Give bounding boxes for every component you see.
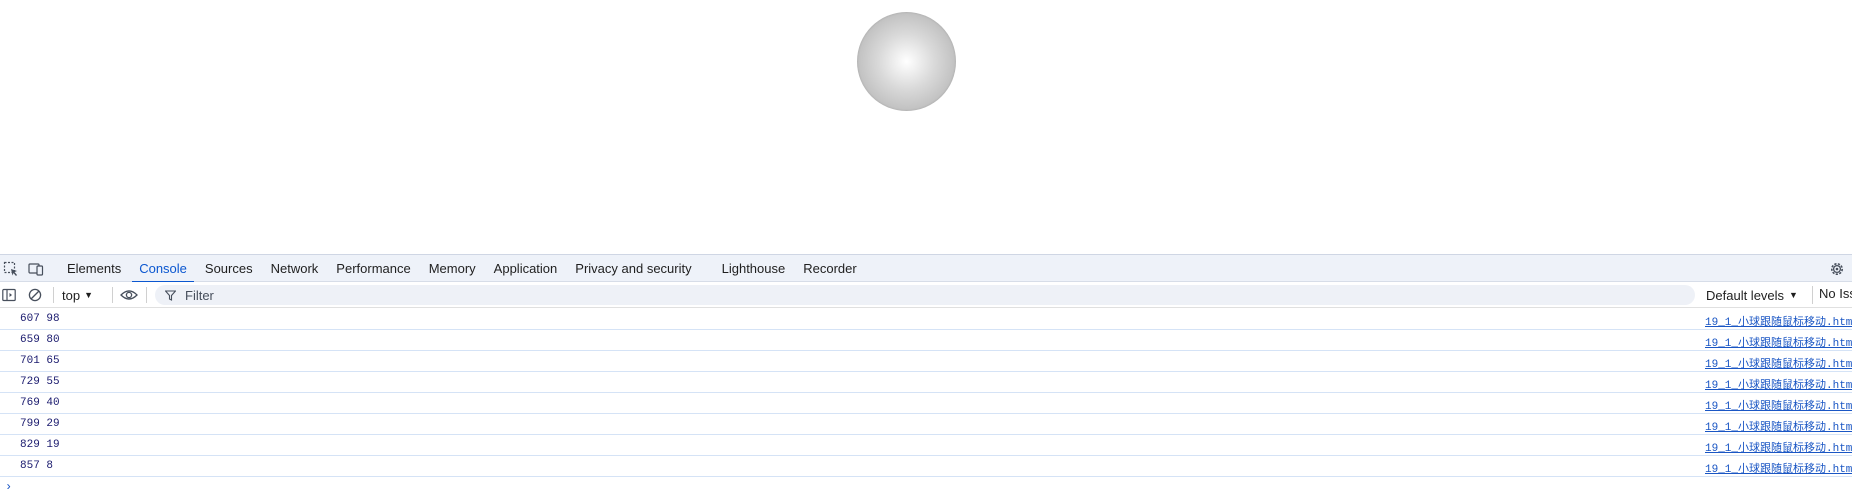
tab-sources[interactable]: Sources [196,255,262,283]
console-toolbar: top ▼ Default levels ▼ No Issu [0,282,1852,308]
console-message-text: 799 29 [20,418,60,430]
console-source-link[interactable]: 19_1_小球跟随鼠标移动.htm [1705,439,1852,455]
console-message: 729 55 19_1_小球跟随鼠标移动.htm [0,372,1852,393]
tab-application[interactable]: Application [485,255,567,283]
console-message-text: 857 8 [20,460,54,472]
tab-recorder[interactable]: Recorder [794,255,865,283]
console-message: 701 65 19_1_小球跟随鼠标移动.htm [0,351,1852,372]
context-selector[interactable]: top ▼ [62,286,93,304]
console-message: 799 29 19_1_小球跟随鼠标移动.htm [0,414,1852,435]
live-expression-eye-icon[interactable] [120,286,138,304]
devtools-panel: Elements Console Sources Network Perform… [0,254,1852,498]
chevron-down-icon: ▼ [1789,290,1798,300]
tab-privacy-and-security[interactable]: Privacy and security [566,255,700,283]
console-message-text: 701 65 [20,355,60,367]
toolbar-divider [146,287,147,303]
settings-gear-icon[interactable] [1828,260,1846,278]
ball [857,12,956,111]
sidebar-toggle-icon[interactable] [2,286,16,304]
tab-performance[interactable]: Performance [327,255,419,283]
toolbar-divider [53,287,54,303]
filter-box [155,285,1695,305]
console-source-link[interactable]: 19_1_小球跟随鼠标移动.htm [1705,397,1852,413]
inspect-element-icon[interactable] [2,260,20,278]
tab-memory[interactable]: Memory [420,255,485,283]
page-viewport [0,0,1852,254]
context-selector-label: top [62,287,81,303]
tab-network[interactable]: Network [262,255,328,283]
tab-lighthouse[interactable]: Lighthouse [713,255,795,283]
chevron-down-icon: ▼ [84,290,93,300]
console-message: 769 40 19_1_小球跟随鼠标移动.htm [0,393,1852,414]
device-toolbar-icon[interactable] [27,260,45,278]
console-message-text: 659 80 [20,334,60,346]
console-message-text: 729 55 [20,376,60,388]
toolbar-divider [112,287,113,303]
console-message-text: 769 40 [20,397,60,409]
devtools-tabbar: Elements Console Sources Network Perform… [0,254,1852,283]
console-source-link[interactable]: 19_1_小球跟随鼠标移动.htm [1705,460,1852,476]
console-message-text: 829 19 [20,439,60,451]
console-source-link[interactable]: 19_1_小球跟随鼠标移动.htm [1705,418,1852,434]
console-source-link[interactable]: 19_1_小球跟随鼠标移动.htm [1705,376,1852,392]
console-message: 607 98 19_1_小球跟随鼠标移动.htm [0,309,1852,330]
filter-funnel-icon [165,289,177,301]
filter-input[interactable] [183,286,1687,304]
console-log: 607 98 19_1_小球跟随鼠标移动.htm 659 80 19_1_小球跟… [0,309,1852,477]
tab-elements[interactable]: Elements [58,255,130,283]
console-source-link[interactable]: 19_1_小球跟随鼠标移动.htm [1705,355,1852,371]
console-message: 659 80 19_1_小球跟随鼠标移动.htm [0,330,1852,351]
console-prompt[interactable]: › [5,480,12,494]
console-message: 829 19 19_1_小球跟随鼠标移动.htm [0,435,1852,456]
log-levels-label: Default levels [1706,287,1785,303]
console-source-link[interactable]: 19_1_小球跟随鼠标移动.htm [1705,313,1852,329]
console-source-link[interactable]: 19_1_小球跟随鼠标移动.htm [1705,334,1852,350]
log-levels-dropdown[interactable]: Default levels ▼ [1706,286,1798,304]
console-message-text: 607 98 [20,313,60,325]
console-message: 857 8 19_1_小球跟随鼠标移动.htm [0,456,1852,477]
clear-console-icon[interactable] [28,286,42,304]
devtools-tabs: Elements Console Sources Network Perform… [58,255,866,283]
issues-counter[interactable]: No Issu [1812,286,1852,304]
tab-console[interactable]: Console [130,255,196,283]
